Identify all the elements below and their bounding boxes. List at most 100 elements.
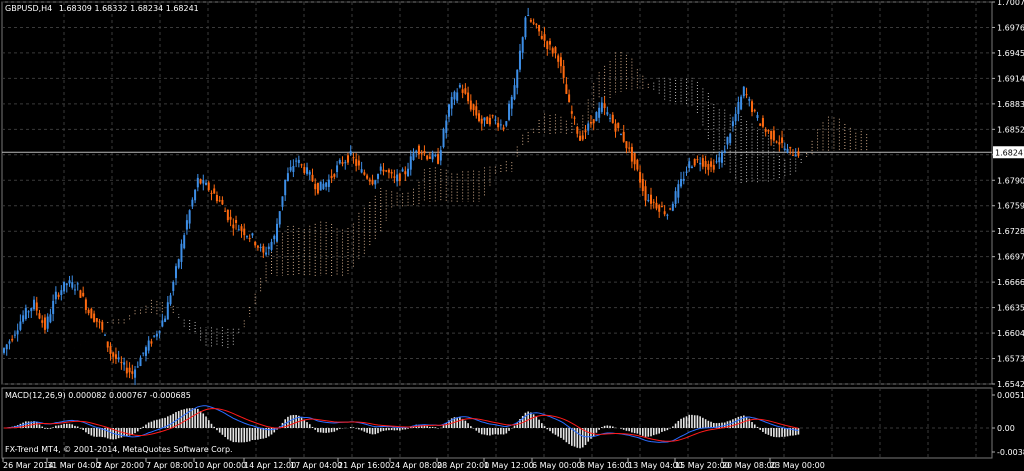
candle-body	[458, 85, 461, 88]
candle-body	[270, 241, 273, 250]
candle-body	[740, 96, 743, 110]
y-tick-label: 1.69450	[997, 49, 1024, 58]
candle-body	[745, 94, 748, 96]
candle-body	[286, 173, 289, 181]
candle-body	[177, 259, 180, 268]
candle-body	[41, 320, 44, 323]
candle-body	[377, 174, 380, 179]
x-tick-label: 21 Apr 16:00	[338, 461, 390, 470]
candle-body	[11, 338, 14, 341]
candle-body	[155, 333, 158, 337]
candle-body	[382, 169, 385, 172]
candle-body	[559, 57, 562, 67]
candle-body	[639, 171, 642, 183]
candle-body	[349, 150, 352, 155]
candle-body	[98, 321, 101, 323]
candle-body	[237, 229, 240, 231]
candle-body	[701, 158, 704, 167]
candle-body	[467, 92, 470, 102]
candle-body	[579, 135, 582, 141]
candle-body	[633, 152, 636, 165]
price-chart[interactable]: 0.00517 0.00 -0.00385 1.70070 1.69760 1.6945…	[0, 0, 1024, 471]
candle-body	[704, 161, 707, 167]
candle-body	[125, 367, 128, 374]
candle-body	[562, 65, 565, 78]
candle-body	[150, 341, 153, 344]
candle-body	[669, 208, 672, 210]
candle-body	[46, 316, 49, 329]
y-tick-label: 1.66660	[997, 278, 1024, 287]
candle-body	[532, 22, 535, 24]
candle-body	[543, 34, 546, 41]
candle-body	[276, 223, 278, 242]
candle-body	[761, 118, 764, 127]
candle-body	[254, 241, 257, 246]
candle-body	[218, 200, 221, 202]
candle-body	[368, 179, 371, 182]
candle-body	[742, 86, 745, 97]
x-tick-label: 17 Apr 04:00	[290, 461, 342, 470]
candle-body	[737, 102, 740, 115]
candle-body	[390, 172, 393, 174]
candle-body	[734, 113, 737, 122]
candle-body	[710, 161, 713, 167]
y-tick-label: 1.67900	[997, 176, 1024, 185]
candle-body	[513, 85, 516, 100]
candle-body	[327, 179, 330, 187]
candle-body	[540, 35, 543, 39]
candle-body	[488, 117, 491, 125]
x-tick-label: 20 May 08:00	[722, 461, 777, 470]
candle-body	[486, 117, 489, 124]
candle-body	[295, 160, 298, 162]
candle-body	[641, 178, 644, 192]
candle-body	[71, 282, 74, 288]
current-price-text: 1.68241	[995, 148, 1024, 157]
x-tick-label: 6 May 00:00	[532, 461, 582, 470]
y-tick-label: 1.67280	[997, 227, 1024, 236]
candle-body	[770, 130, 773, 140]
candle-body	[128, 367, 131, 373]
candle-body	[726, 136, 729, 145]
candle-body	[352, 157, 355, 159]
candle-body	[434, 155, 437, 157]
candle-body	[153, 335, 156, 337]
candle-body	[226, 209, 229, 221]
candle-body	[387, 169, 390, 173]
candle-body	[781, 137, 784, 143]
candle-body	[644, 186, 647, 201]
y-tick-label: 1.69140	[997, 74, 1024, 83]
x-tick-label: 10 Apr 00:00	[194, 461, 246, 470]
macd-y-tick-label: 0.00	[997, 424, 1015, 433]
y-tick-label: 1.66040	[997, 329, 1024, 338]
candle-body	[549, 41, 551, 45]
candle-body	[43, 317, 46, 330]
y-tick-label: 1.66350	[997, 304, 1024, 313]
symbol-label: GBPUSD,H4	[5, 4, 52, 13]
candle-body	[357, 160, 360, 166]
candle-body	[715, 161, 718, 163]
candle-body	[262, 246, 265, 253]
candle-body	[456, 92, 459, 101]
candle-body	[417, 145, 420, 155]
candle-body	[52, 300, 55, 314]
candle-body	[502, 127, 505, 130]
candle-body	[131, 371, 134, 374]
candle-body	[248, 238, 251, 240]
candle-body	[109, 346, 112, 354]
candle-body	[398, 173, 401, 182]
candle-body	[786, 148, 789, 153]
candle-body	[510, 96, 513, 109]
candle-body	[791, 154, 794, 156]
candle-body	[49, 314, 52, 323]
candle-body	[68, 280, 71, 284]
candle-body	[592, 119, 595, 124]
candle-body	[688, 161, 691, 169]
candle-body	[273, 235, 276, 240]
candle-body	[57, 294, 60, 297]
candle-body	[300, 164, 303, 166]
candle-body	[554, 47, 557, 53]
candle-body	[428, 156, 431, 159]
candle-body	[316, 182, 319, 194]
candle-body	[453, 91, 456, 100]
candle-body	[346, 155, 349, 163]
